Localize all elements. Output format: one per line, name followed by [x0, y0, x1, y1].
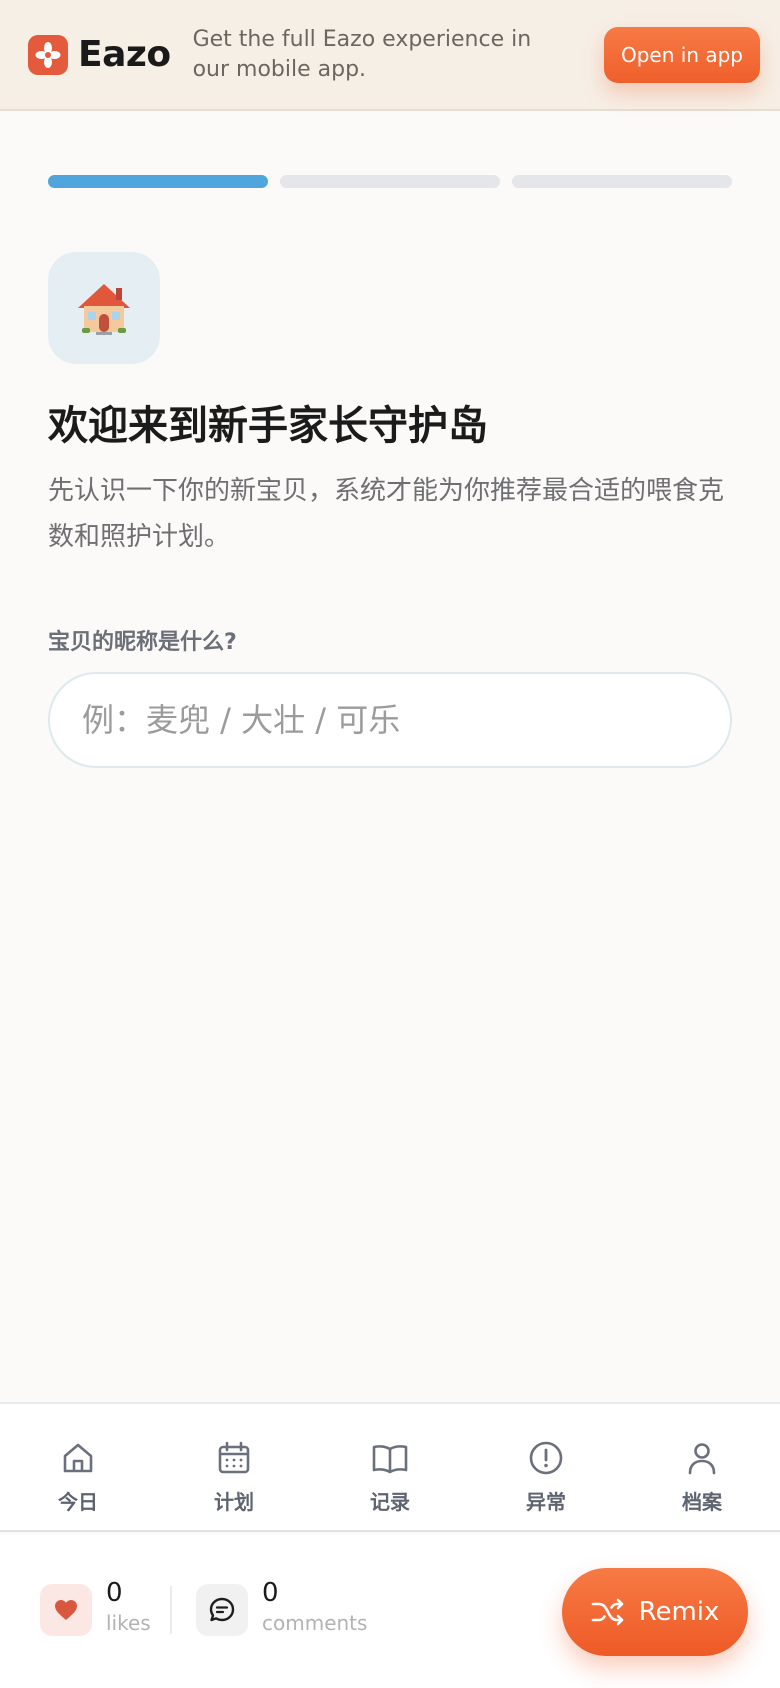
user-icon [688, 1443, 716, 1475]
brand-logo: Eazo [28, 34, 171, 75]
eazo-logo-icon [28, 34, 68, 75]
remix-button[interactable]: Remix [562, 1568, 748, 1656]
home-icon [63, 1443, 93, 1473]
bottom-tab-bar: 今日 计划 记录 异常 档案 [0, 1402, 780, 1532]
comments-count: 0 [262, 1578, 279, 1608]
tab-plan[interactable]: 计划 [156, 1404, 312, 1530]
progress-step-1 [48, 175, 268, 188]
page-subtitle: 先认识一下你的新宝贝，系统才能为你推荐最合适的喂食克数和照护计划。 [48, 476, 725, 552]
app-promo-banner: Eazo Get the full Eazo experience in our… [0, 0, 780, 111]
likes-metric[interactable]: 0 likes [40, 1578, 151, 1636]
tab-label: 档案 [682, 1490, 722, 1514]
page-title: 欢迎来到新手家长守护岛 [48, 403, 488, 449]
likes-label: likes [106, 1611, 151, 1635]
comments-metric[interactable]: 0 comments [196, 1578, 368, 1636]
tab-label: 今日 [58, 1490, 98, 1514]
progress-step-2 [280, 175, 500, 188]
progress-step-3 [512, 175, 732, 188]
tab-label: 计划 [214, 1490, 254, 1514]
comment-icon[interactable] [196, 1584, 248, 1636]
remix-label: Remix [638, 1597, 720, 1627]
nickname-label: 宝贝的昵称是什么? [48, 630, 237, 655]
social-divider [170, 1586, 172, 1634]
alert-icon [529, 1441, 563, 1475]
tab-records[interactable]: 记录 [312, 1404, 468, 1530]
banner-message: Get the full Eazo experience in our mobi… [192, 26, 532, 82]
book-icon [372, 1445, 408, 1474]
heart-icon[interactable] [40, 1584, 92, 1636]
tab-profile[interactable]: 档案 [624, 1404, 780, 1530]
house-icon [48, 252, 160, 364]
likes-count: 0 [106, 1578, 123, 1608]
brand-name: Eazo [78, 34, 171, 75]
open-in-app-button[interactable]: Open in app [604, 26, 760, 83]
tab-label: 异常 [526, 1490, 566, 1514]
shuffle-icon [591, 1598, 623, 1626]
tab-today[interactable]: 今日 [0, 1404, 156, 1530]
calendar-icon [218, 1441, 250, 1474]
nickname-input[interactable] [48, 672, 732, 768]
tab-anomaly[interactable]: 异常 [468, 1404, 624, 1530]
onboarding-progress [48, 175, 732, 188]
social-bar: 0 likes 0 comments Remix [0, 1534, 780, 1688]
tab-label: 记录 [370, 1490, 410, 1514]
app-root: Eazo Get the full Eazo experience in our… [0, 0, 780, 1688]
comments-label: comments [262, 1611, 368, 1635]
